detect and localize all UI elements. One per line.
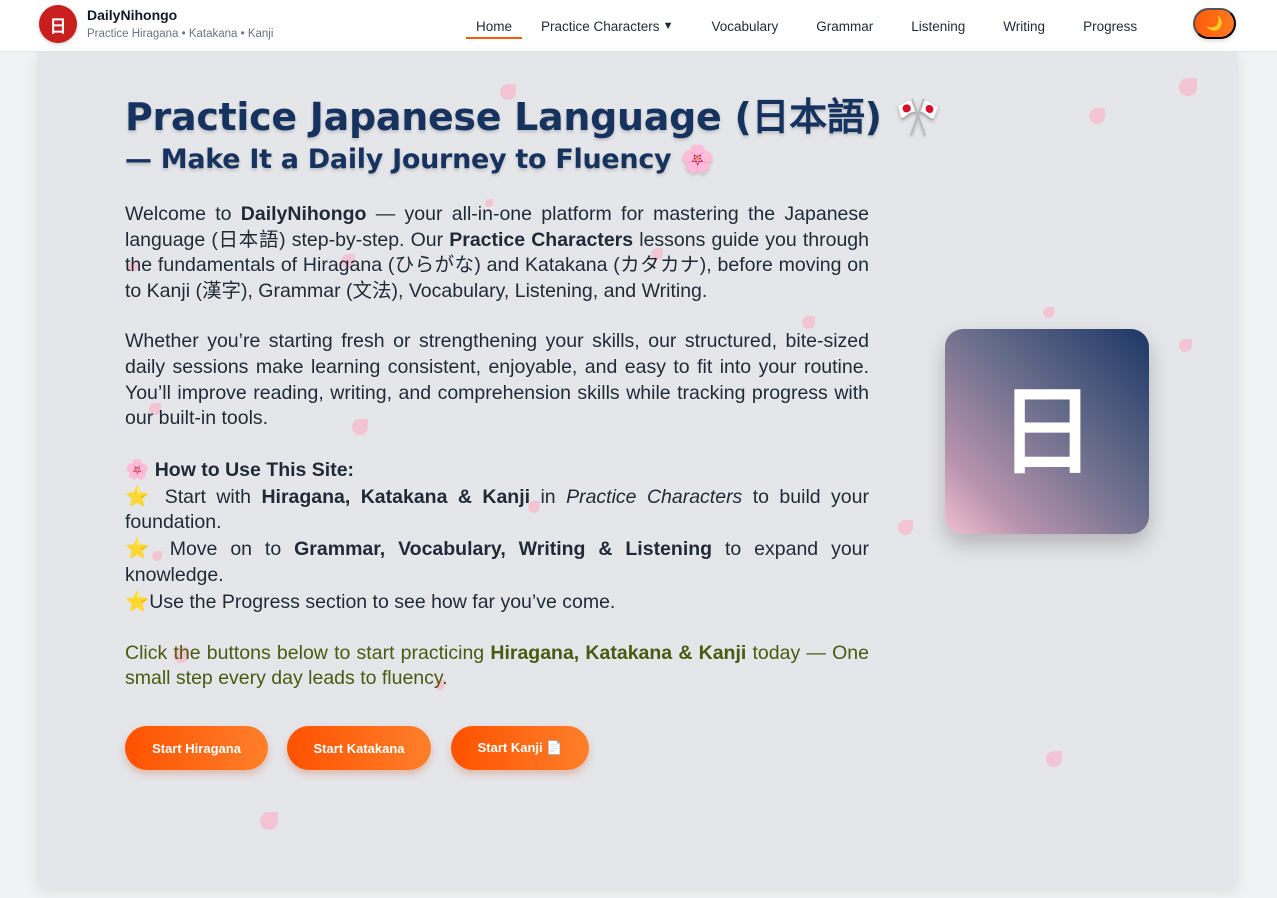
cherry-blossom-icon: 🌸 (680, 144, 714, 175)
nav-home[interactable]: Home (466, 0, 523, 52)
star-icon: ⭐ (125, 589, 150, 613)
page-subtitle-text: — Make It a Daily Journey to Fluency (125, 144, 672, 175)
how-to-heading: 🌸 How to Use This Site: (125, 457, 869, 484)
nav-progress[interactable]: Progress (1083, 0, 1137, 52)
intro-text: Welcome to (125, 203, 241, 225)
cherry-blossom-icon: 🌸 (125, 457, 150, 481)
how-to-step-bold: Hiragana, Katakana & Kanji (261, 485, 531, 508)
top-navbar: 日 DailyNihongo Practice Hiragana • Katak… (0, 0, 1277, 52)
how-to-step: ⭐Use the Progress section to see how far… (125, 589, 869, 616)
theme-toggle-button[interactable]: 🌙 (1193, 8, 1236, 39)
start-hiragana-button[interactable]: Start Hiragana (125, 726, 268, 770)
brand-text: DailyNihongo Practice Hiragana • Katakan… (87, 6, 273, 42)
start-katakana-button[interactable]: Start Katakana (287, 726, 431, 770)
star-icon: ⭐ (125, 484, 155, 508)
how-to-step-text: Start with (154, 485, 262, 508)
hero-content: Practice Japanese Language (日本語) 🎌 — Mak… (125, 92, 942, 692)
start-kanji-button[interactable]: Start Kanji 📄 (451, 726, 589, 770)
petal-decoration (1179, 78, 1197, 96)
nav-links: Home Practice Characters ▼ Vocabulary Gr… (466, 0, 1137, 52)
petal-decoration (260, 812, 278, 830)
how-to-step: ⭐ Start with Hiragana, Katakana & Kanji … (125, 484, 869, 537)
brand[interactable]: 日 DailyNihongo Practice Hiragana • Katak… (39, 5, 273, 43)
nav-grammar[interactable]: Grammar (816, 0, 873, 52)
moon-icon: 🌙 (1205, 15, 1224, 31)
how-to-step-bold: Grammar, Vocabulary, Writing & Listening (294, 538, 713, 561)
star-icon: ⭐ (125, 537, 157, 561)
crossed-flags-icon: 🎌 (894, 95, 942, 139)
how-to-step: ⭐ Move on to Grammar, Vocabulary, Writin… (125, 536, 869, 589)
petal-decoration (898, 520, 913, 535)
petal-decoration (1046, 751, 1062, 767)
nav-practice-label: Practice Characters (541, 18, 660, 34)
page-title-text: Practice Japanese Language (日本語) (125, 95, 882, 139)
page-subtitle: — Make It a Daily Journey to Fluency 🌸 (125, 142, 869, 178)
page-title: Practice Japanese Language (日本語) 🎌 (125, 92, 942, 142)
brand-name[interactable]: DailyNihongo (87, 6, 273, 24)
how-to-step-italic: Practice Characters (566, 485, 743, 508)
how-to-section: 🌸 How to Use This Site: ⭐ Start with Hir… (125, 457, 869, 616)
brand-tagline: Practice Hiragana • Katakana • Kanji (87, 28, 274, 40)
how-to-step-text: Use the Progress section to see how far … (149, 590, 616, 613)
brand-logo[interactable]: 日 (39, 5, 77, 43)
nav-writing[interactable]: Writing (1003, 0, 1045, 52)
nav-listening[interactable]: Listening (911, 0, 965, 52)
kanji-character: 日 (999, 375, 1095, 488)
kanji-illustration-card: 日 (945, 329, 1149, 534)
how-to-step-text: in (530, 485, 567, 508)
petal-decoration (1179, 339, 1192, 352)
hero-section: Practice Japanese Language (日本語) 🎌 — Mak… (37, 52, 1238, 888)
secondary-paragraph: Whether you’re starting fresh or strengt… (125, 330, 869, 430)
cta-bold: Hiragana, Katakana & Kanji (490, 641, 747, 664)
how-to-step-text: Move on to (156, 538, 295, 561)
nav-practice-characters[interactable]: Practice Characters ▼ (541, 0, 673, 52)
chevron-down-icon: ▼ (662, 20, 674, 32)
cta-text: Click the buttons below to start practic… (125, 641, 491, 664)
cta-buttons: Start Hiragana Start Katakana Start Kanj… (125, 726, 589, 770)
intro-brand: DailyNihongo (240, 203, 367, 225)
intro-practice-characters: Practice Characters (449, 228, 634, 251)
petal-decoration (1089, 108, 1105, 124)
intro-paragraph: Welcome to DailyNihongo — your all-in-on… (125, 202, 869, 304)
how-to-heading-text: How to Use This Site: (154, 458, 355, 481)
cta-paragraph: Click the buttons below to start practic… (125, 641, 869, 692)
nav-vocabulary[interactable]: Vocabulary (711, 0, 778, 52)
petal-decoration (1043, 307, 1054, 318)
